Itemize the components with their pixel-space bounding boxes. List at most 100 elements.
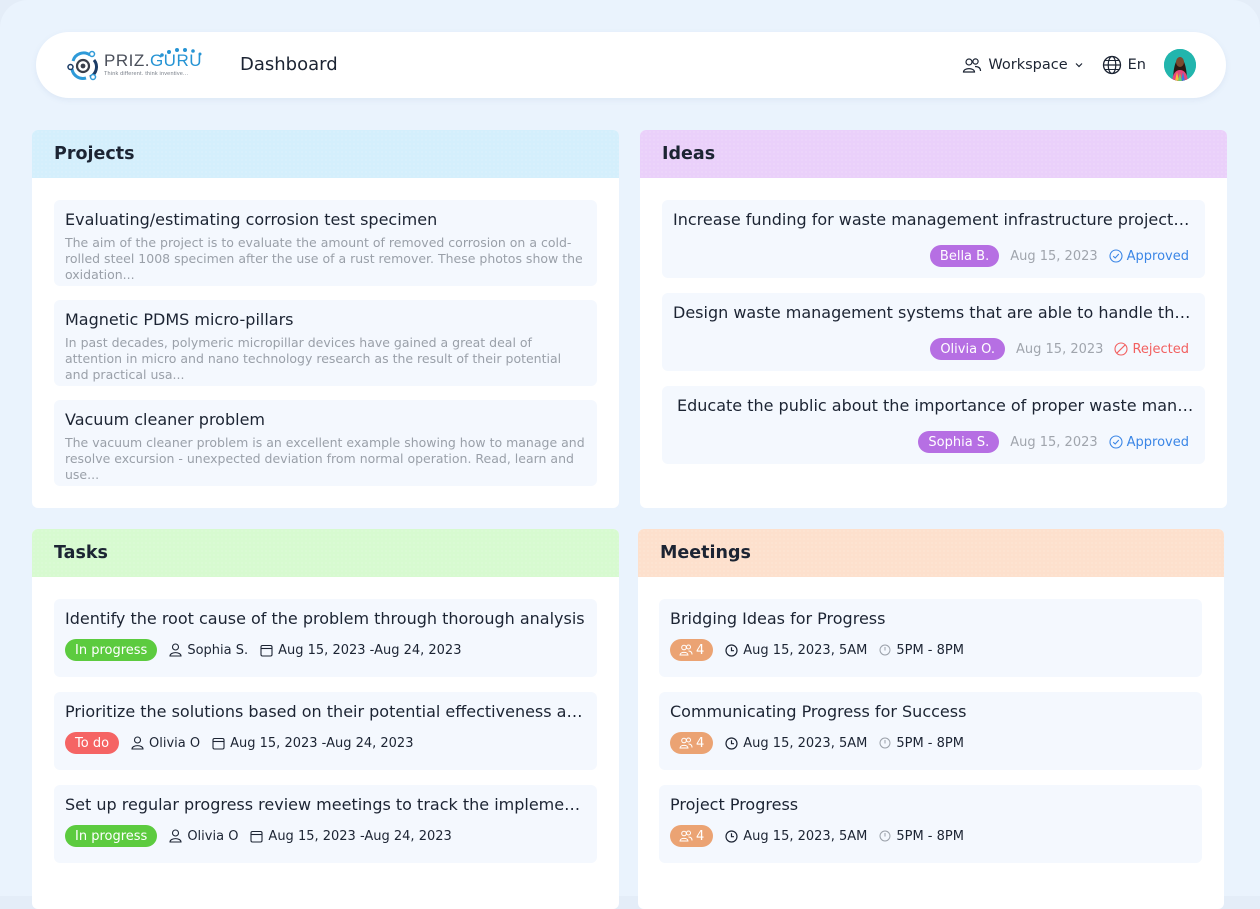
idea-title: Increase funding for waste management in…: [673, 210, 1194, 229]
workspace-dropdown[interactable]: Workspace: [962, 57, 1083, 73]
user-icon: [169, 643, 182, 657]
users-icon: [679, 830, 693, 842]
task-card[interactable]: Identify the root cause of the problem t…: [54, 599, 597, 677]
idea-date: Aug 15, 2023: [1010, 434, 1098, 450]
check-circle-icon: [1109, 249, 1123, 263]
tasks-panel: Tasks Identify the root cause of the pro…: [32, 529, 619, 909]
timer-icon: [879, 737, 891, 749]
timer-icon: [879, 830, 891, 842]
idea-title: Design waste management systems that are…: [673, 303, 1194, 322]
projects-header: Projects: [32, 130, 619, 178]
project-description: In past decades, polymeric micropillar d…: [65, 335, 562, 382]
meeting-card[interactable]: Project Progress 4 Aug 15, 2023, 5AM 5PM…: [659, 785, 1202, 863]
priz-guru-logo[interactable]: PRIZ.GURU Think different. think inventi…: [66, 48, 211, 83]
clock-icon: [725, 736, 738, 750]
task-title: Set up regular progress review meetings …: [65, 795, 586, 814]
project-title: Vacuum cleaner problem: [65, 410, 265, 429]
idea-author-badge: Bella B.: [929, 245, 1000, 267]
idea-status: Rejected: [1114, 342, 1189, 357]
users-icon: [679, 644, 693, 656]
task-assignee: Olivia O: [131, 736, 200, 751]
idea-status: Approved: [1109, 249, 1189, 264]
clock-icon: [725, 643, 738, 657]
users-icon: [963, 58, 982, 73]
project-card[interactable]: Magnetic PDMS micro-pillars In past deca…: [54, 300, 597, 386]
ideas-header: Ideas: [640, 130, 1227, 178]
meeting-duration: 5PM - 8PM: [879, 829, 964, 844]
task-status-badge: In progress: [65, 639, 158, 661]
task-dates: Aug 15, 2023 -Aug 24, 2023: [212, 736, 413, 751]
idea-status: Approved: [1109, 435, 1189, 450]
project-title: Evaluating/estimating corrosion test spe…: [65, 210, 438, 229]
idea-status-label: Rejected: [1132, 341, 1189, 357]
calendar-icon: [212, 737, 225, 750]
idea-meta: Sophia S. Aug 15, 2023 Approved: [918, 431, 1189, 453]
workspace-label: Workspace: [988, 57, 1068, 73]
idea-meta: Bella B. Aug 15, 2023 Approved: [929, 245, 1189, 267]
language-selector[interactable]: En: [1102, 55, 1146, 75]
task-card[interactable]: Set up regular progress review meetings …: [54, 785, 597, 863]
meeting-card[interactable]: Communicating Progress for Success 4 Aug…: [659, 692, 1202, 770]
ban-icon: [1114, 342, 1128, 356]
user-avatar[interactable]: [1164, 49, 1196, 81]
task-title: Prioritize the solutions based on their …: [65, 702, 586, 721]
page-title: Dashboard: [240, 54, 338, 75]
project-card[interactable]: Evaluating/estimating corrosion test spe…: [54, 200, 597, 286]
chevron-down-icon: [1075, 63, 1083, 68]
calendar-icon: [250, 830, 263, 843]
logo-dots-icon: [160, 48, 202, 57]
meeting-title: Communicating Progress for Success: [670, 702, 967, 721]
meeting-duration: 5PM - 8PM: [879, 736, 964, 751]
meeting-datetime: Aug 15, 2023, 5AM: [725, 736, 867, 751]
top-header: PRIZ.GURU Think different. think inventi…: [36, 32, 1226, 98]
app-frame: PRIZ.GURU Think different. think inventi…: [0, 0, 1260, 909]
idea-date: Aug 15, 2023: [1010, 248, 1098, 264]
meeting-meta: 4 Aug 15, 2023, 5AM 5PM - 8PM: [670, 825, 1191, 847]
idea-card[interactable]: Educate the public about the importance …: [662, 386, 1205, 464]
user-icon: [169, 829, 182, 843]
meeting-title: Project Progress: [670, 795, 799, 814]
meeting-datetime: Aug 15, 2023, 5AM: [725, 829, 867, 844]
task-dates: Aug 15, 2023 -Aug 24, 2023: [260, 643, 461, 658]
user-icon: [131, 736, 144, 750]
ideas-panel: Ideas Increase funding for waste managem…: [640, 130, 1227, 508]
task-meta: To do Olivia O Aug 15, 2023 -Aug 24, 202…: [65, 732, 586, 754]
project-description: The vacuum cleaner problem is an excelle…: [65, 435, 585, 482]
participants-badge: 4: [670, 825, 714, 847]
idea-card[interactable]: Increase funding for waste management in…: [662, 200, 1205, 278]
timer-icon: [879, 644, 891, 656]
idea-author-badge: Sophia S.: [918, 431, 1000, 453]
meeting-meta: 4 Aug 15, 2023, 5AM 5PM - 8PM: [670, 639, 1191, 661]
header-actions: Workspace En: [962, 49, 1196, 81]
task-assignee: Olivia O: [169, 829, 238, 844]
task-card[interactable]: Prioritize the solutions based on their …: [54, 692, 597, 770]
logo-tagline: Think different. think inventive...: [104, 71, 189, 77]
meeting-duration: 5PM - 8PM: [879, 643, 964, 658]
calendar-icon: [260, 644, 273, 657]
meeting-meta: 4 Aug 15, 2023, 5AM 5PM - 8PM: [670, 732, 1191, 754]
task-status-badge: To do: [65, 732, 120, 754]
project-card[interactable]: Vacuum cleaner problem The vacuum cleane…: [54, 400, 597, 486]
idea-title: Educate the public about the importance …: [677, 396, 1194, 415]
meeting-title: Bridging Ideas for Progress: [670, 609, 886, 628]
idea-author-badge: Olivia O.: [930, 338, 1006, 360]
language-label: En: [1127, 57, 1146, 73]
meetings-panel: Meetings Bridging Ideas for Progress 4 A…: [638, 529, 1224, 909]
idea-card[interactable]: Design waste management systems that are…: [662, 293, 1205, 371]
participants-badge: 4: [670, 732, 714, 754]
idea-status-label: Approved: [1126, 434, 1189, 450]
clock-icon: [725, 829, 738, 843]
projects-panel: Projects Evaluating/estimating corrosion…: [32, 130, 619, 508]
avatar-image: [1164, 49, 1196, 81]
logo-mark-icon: [67, 50, 98, 81]
meeting-card[interactable]: Bridging Ideas for Progress 4 Aug 15, 20…: [659, 599, 1202, 677]
users-icon: [679, 737, 693, 749]
idea-meta: Olivia O. Aug 15, 2023 Rejected: [930, 338, 1189, 360]
task-assignee: Sophia S.: [169, 643, 248, 658]
check-circle-icon: [1109, 435, 1123, 449]
task-title: Identify the root cause of the problem t…: [65, 609, 585, 628]
meeting-datetime: Aug 15, 2023, 5AM: [725, 643, 867, 658]
meetings-header: Meetings: [638, 529, 1224, 577]
idea-status-label: Approved: [1126, 248, 1189, 264]
task-meta: In progress Olivia O Aug 15, 2023 -Aug 2…: [65, 825, 586, 847]
